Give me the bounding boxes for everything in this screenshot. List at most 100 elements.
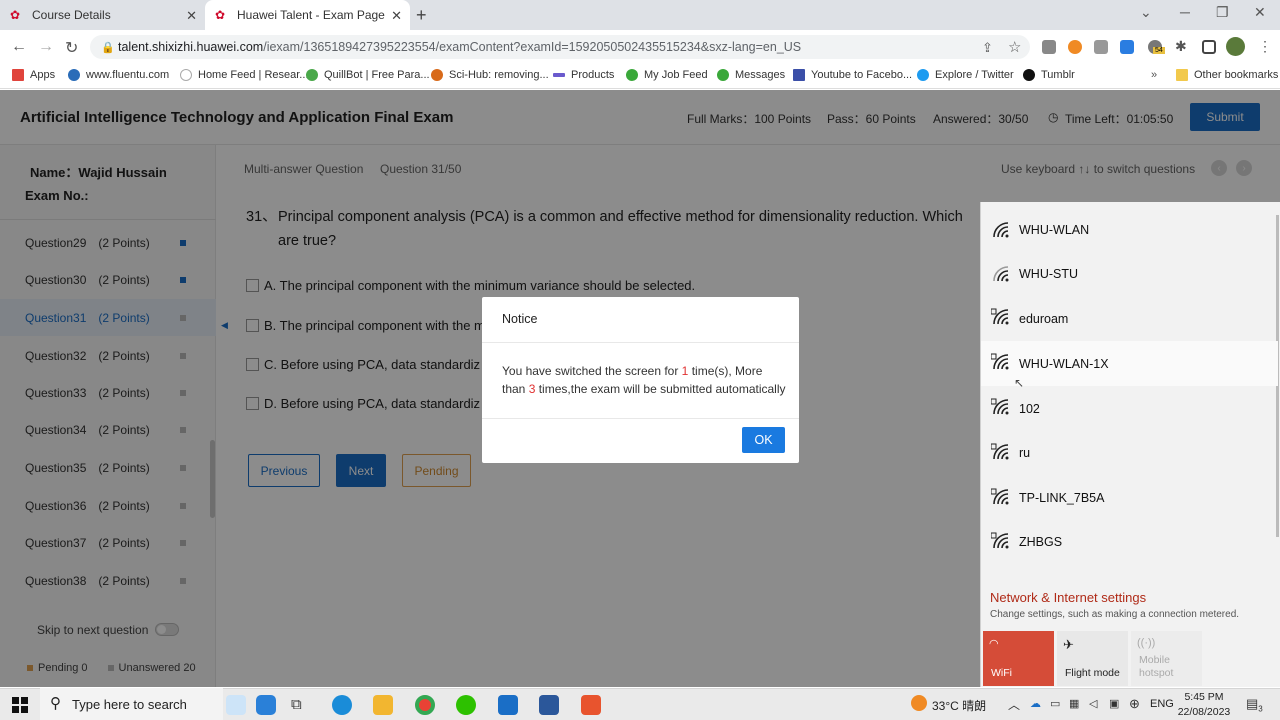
upwork-icon [717,69,729,81]
camtasia-icon[interactable] [581,695,601,715]
bookmark-other[interactable]: Other bookmarks [1176,69,1278,81]
extension-icon[interactable] [1042,40,1056,54]
bookmark-twitter[interactable]: Explore / Twitter [917,69,1014,81]
app-icon[interactable] [256,695,276,715]
bookmark-apps[interactable]: Apps [12,69,55,81]
file-explorer-icon[interactable] [373,695,393,715]
camera-icon[interactable]: ▣ [1109,697,1119,710]
wechat-icon[interactable] [456,695,476,715]
upwork-icon [626,69,638,81]
network-icon[interactable]: ▦ [1069,697,1079,710]
huawei-logo-icon: ✿ [10,8,21,22]
wifi-network-ru[interactable]: ru [981,430,1278,475]
weather-text[interactable]: 33°C 晴朗 [932,697,986,714]
divider [482,418,799,419]
wifi-network-whu-stu[interactable]: WHU-STU [981,251,1278,296]
dialog-message: You have switched the screen for 1 time(… [502,362,787,398]
bookmark-messages[interactable]: Messages [717,69,785,81]
taskbar-search-input[interactable]: Type here to search [40,688,223,720]
maximize-icon[interactable]: ❐ [1216,4,1229,21]
network-name: ZHBGS [1019,534,1063,549]
menu-kebab-icon[interactable]: ⋮ [1258,38,1272,55]
lock-icon[interactable]: 🔒 [101,41,115,54]
wifi-network-whu-wlan-1x[interactable]: WHU-WLAN-1X [981,341,1278,386]
wifi-secured-icon [991,353,1009,370]
bookmark-label: Products [571,69,615,81]
bookmark-researchgate[interactable]: Home Feed | Resear... [180,69,308,81]
bookmark-label: Explore / Twitter [935,69,1014,81]
tab-search-icon[interactable]: ⌄ [1140,4,1152,21]
mobile-hotspot-tile[interactable]: ((·)) Mobile hotspot [1131,631,1202,686]
bookmark-tumblr[interactable]: Tumblr [1023,69,1075,81]
wifi-network-102[interactable]: 102 [981,386,1278,431]
network-settings-subtitle: Change settings, such as making a connec… [990,609,1240,620]
bookmark-youtube-facebook[interactable]: Youtube to Facebo... [793,69,912,81]
extension-icon[interactable] [1120,40,1134,54]
chrome-icon[interactable] [415,695,435,715]
close-window-icon[interactable]: ✕ [1254,4,1266,21]
network-name: TP-LINK_7B5A [1019,490,1105,505]
ok-button[interactable]: OK [742,427,785,453]
reload-icon[interactable]: ↻ [65,38,78,58]
quillbot-icon [306,69,318,81]
close-icon[interactable]: ✕ [186,8,197,24]
network-name: 102 [1019,401,1040,416]
bookmark-fluentu[interactable]: www.fluentu.com [68,69,169,81]
back-icon[interactable]: ← [11,38,27,56]
globe-icon[interactable]: ⊕ [1129,696,1140,712]
puzzle-icon[interactable]: ✱ [1175,38,1187,55]
bookmark-label: Messages [735,69,786,81]
bookmark-job-feed[interactable]: My Job Feed [626,69,708,81]
minimize-icon[interactable]: ─ [1180,4,1190,20]
word-icon[interactable] [539,695,559,715]
bookmark-quillbot[interactable]: QuillBot | Free Para... [306,69,430,81]
wifi-network-eduroam[interactable]: eduroam [981,296,1278,341]
edge-icon[interactable] [332,695,352,715]
wifi-toggle-tile[interactable]: ◠ WiFi [983,631,1054,686]
notification-icon[interactable]: ▤3 [1246,696,1263,714]
avatar[interactable] [1226,37,1245,56]
forward-icon[interactable]: → [38,38,54,56]
new-tab-icon[interactable]: + [416,5,427,26]
network-settings-link[interactable]: Network & Internet settings [990,590,1146,605]
star-icon[interactable]: ☆ [1008,38,1021,56]
input-language[interactable]: ENG [1150,698,1174,710]
folder-icon [1176,69,1188,81]
url-host: talent.shixizhi.huawei.com [118,40,264,54]
search-placeholder: Type here to search [72,696,187,712]
notification-count: 3 [1258,704,1263,714]
bookmark-products[interactable]: Products [553,69,614,81]
onedrive-icon[interactable]: ☁ [1030,697,1041,710]
network-name: WHU-WLAN [1019,222,1090,237]
mail-icon[interactable] [498,695,518,715]
url-text[interactable]: talent.shixizhi.huawei.com/iexam/1365189… [118,40,801,54]
bookmark-label: Other bookmarks [1194,69,1279,81]
share-icon[interactable]: ⇪ [982,40,993,56]
volume-icon[interactable]: ◁ [1089,697,1097,710]
close-icon[interactable]: ✕ [391,8,402,24]
bookmark-label: Home Feed | Resear... [198,69,309,81]
tab-course-details[interactable]: ✿ Course Details ✕ [0,0,205,30]
tray-chevron-icon[interactable]: ︿ [1008,696,1020,713]
flight-mode-tile[interactable]: ✈ Flight mode [1057,631,1128,686]
windows-start-icon[interactable] [12,697,28,713]
wifi-network-zhbgs[interactable]: ZHBGS [981,519,1278,564]
task-view-icon[interactable]: ⧉ [291,696,302,713]
network-name: eduroam [1019,311,1069,326]
widget-icon[interactable] [226,695,246,715]
sidepanel-icon[interactable] [1202,40,1216,54]
tab-label: Huawei Talent - Exam Page [237,8,385,22]
bookmark-scihub[interactable]: Sci-Hub: removing... [431,69,549,81]
wifi-network-tp-link[interactable]: TP-LINK_7B5A [981,475,1278,520]
bookmark-label: QuillBot | Free Para... [324,69,430,81]
weather-icon [911,695,927,711]
extension-icon[interactable] [1068,40,1082,54]
wifi-network-whu-wlan[interactable]: WHU-WLAN [981,207,1278,252]
taskbar-clock[interactable]: 5:45 PM 22/08/2023 [1176,690,1232,720]
battery-icon[interactable]: ▭ [1050,697,1060,710]
twitter-icon [917,69,929,81]
bookmarks-overflow-icon[interactable]: » [1151,69,1157,81]
tab-exam-page[interactable]: ✿ Huawei Talent - Exam Page ✕ [205,0,410,30]
camera-icon[interactable] [1094,40,1108,54]
tile-label: WiFi [991,667,1012,679]
